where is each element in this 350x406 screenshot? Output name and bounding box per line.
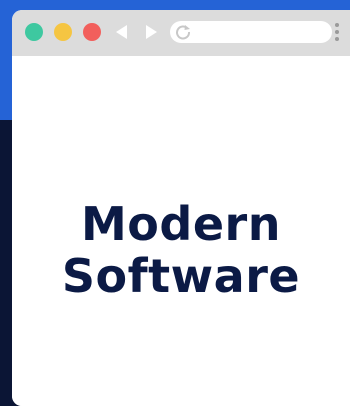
address-bar[interactable] [170,21,332,43]
browser-toolbar [12,10,350,56]
back-arrow-icon[interactable] [114,24,130,40]
window-dot-red[interactable] [83,23,101,41]
window-dot-yellow[interactable] [54,23,72,41]
page-content: Modern Software [12,56,350,406]
browser-window: Modern Software [12,10,350,406]
headline-line-1: Modern [81,197,281,251]
kebab-menu-icon[interactable] [334,23,340,43]
headline-line-2: Software [61,249,301,303]
reload-icon[interactable] [175,24,191,40]
window-dot-green[interactable] [25,23,43,41]
headline: Modern Software [12,198,350,302]
forward-arrow-icon[interactable] [143,24,159,40]
